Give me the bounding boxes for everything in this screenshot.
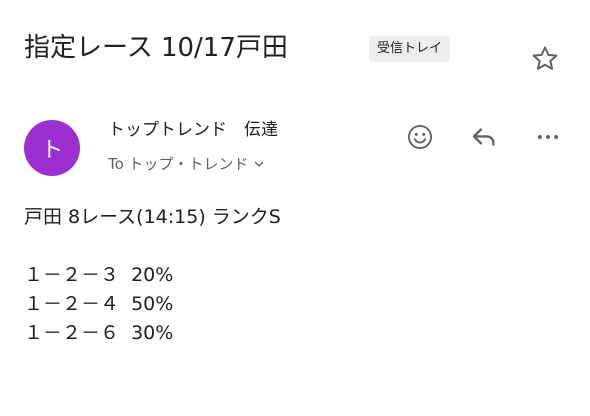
body-line: １－２－４ 50% <box>24 293 174 315</box>
more-horizontal-icon <box>537 135 559 139</box>
chevron-down-icon <box>253 158 265 170</box>
more-options-button[interactable] <box>531 120 565 154</box>
email-body: 戸田 8レース(14:15) ランクS １－２－３ 20% １－２－４ 50% … <box>24 203 281 348</box>
sender-avatar[interactable]: ト <box>24 120 80 176</box>
recipient-text: To トップ・トレンド <box>108 155 249 173</box>
star-button[interactable] <box>528 42 562 76</box>
body-line: １－２－３ 20% <box>24 264 174 286</box>
star-outline-icon <box>532 46 558 70</box>
body-line: １－２－６ 30% <box>24 322 174 344</box>
recipient-toggle[interactable]: To トップ・トレンド <box>108 153 265 175</box>
sender-name[interactable]: トップトレンド 伝達 <box>108 118 278 142</box>
emoji-reaction-button[interactable] <box>403 120 437 154</box>
emoji-reaction-icon <box>407 124 433 150</box>
reply-button[interactable] <box>467 120 501 154</box>
reply-icon <box>472 128 495 146</box>
inbox-label-chip[interactable]: 受信トレイ <box>369 36 451 62</box>
body-blank-line <box>24 232 281 261</box>
body-line: 戸田 8レース(14:15) ランクS <box>24 206 281 228</box>
email-subject: 指定レース 10/17戸田 <box>24 33 288 63</box>
